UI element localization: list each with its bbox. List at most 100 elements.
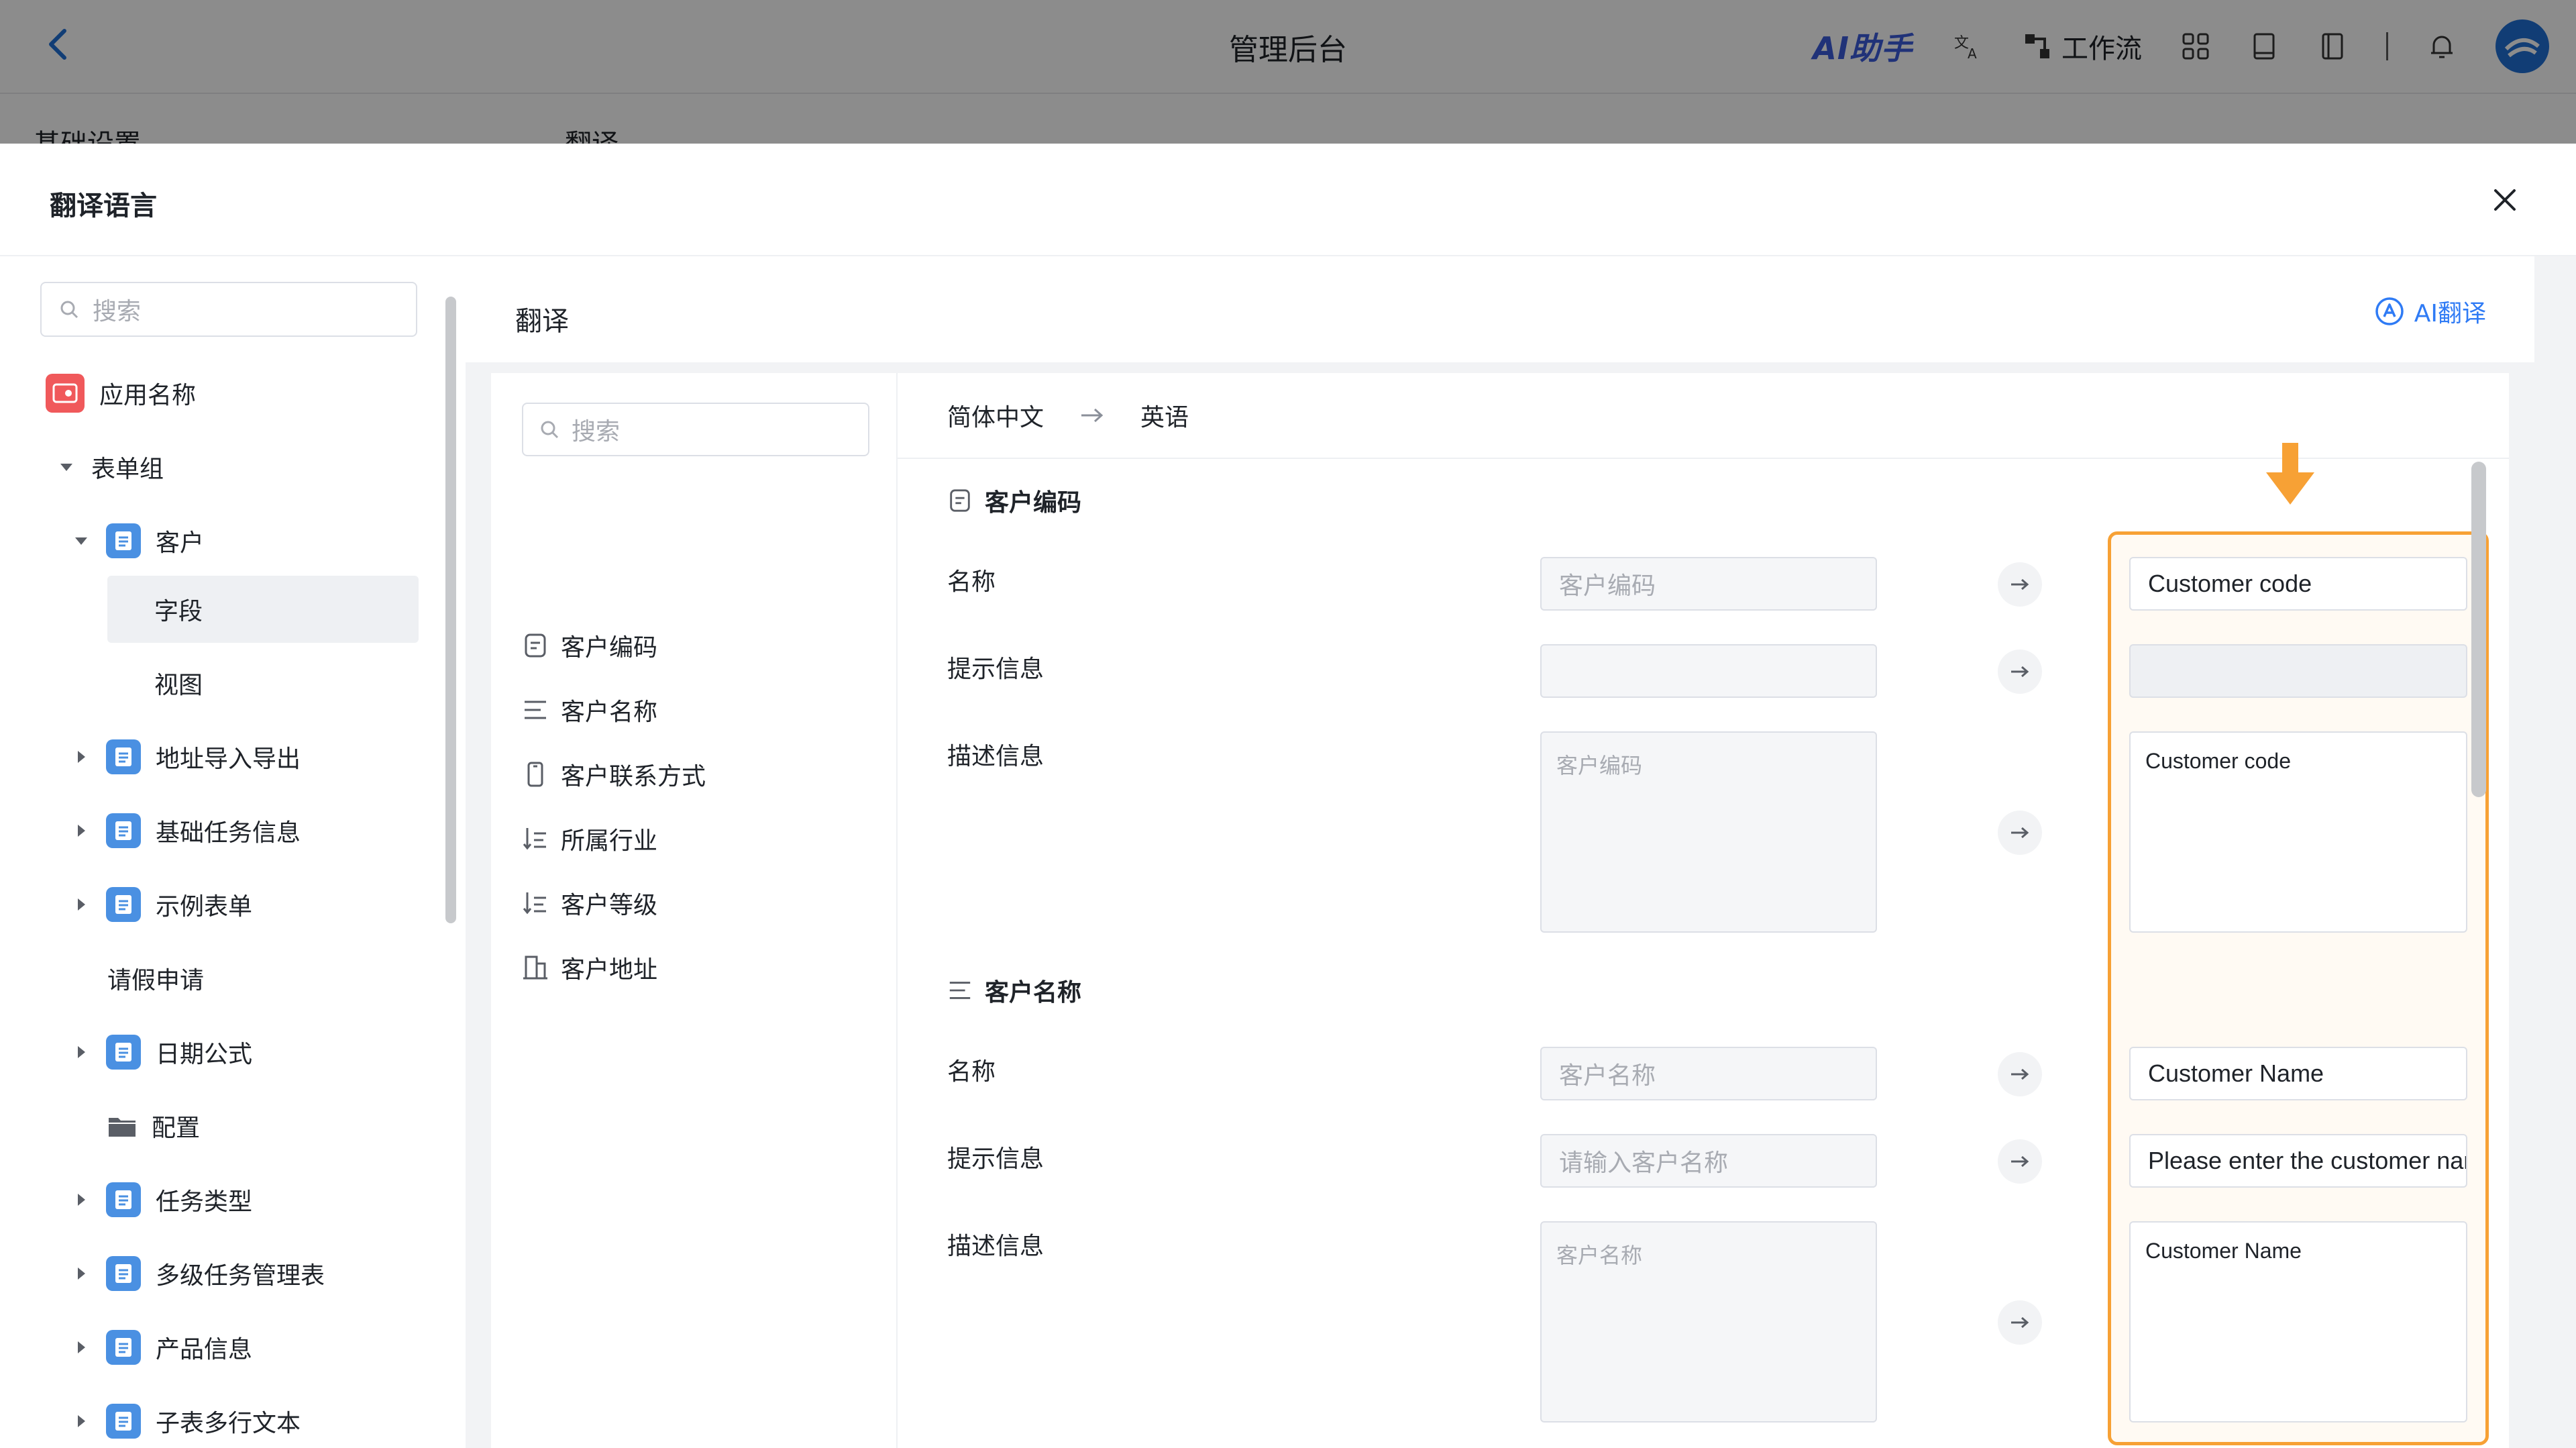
row-label-hint: 提示信息 [947,656,1044,683]
nav-tree: 搜索 应用名称 表单组 客户 字段 视图 地址导入导出 基础任务信息 示例表单 … [0,256,459,1448]
caret-right-icon [78,1415,85,1427]
arrow-right-icon [2011,1155,2029,1168]
document-icon [106,1035,141,1070]
tree-item-label: 地址导入导出 [156,745,301,773]
tree-item-label: 表单组 [91,456,164,483]
caret-right-icon [78,1046,85,1058]
tree-item-label: 应用名称 [99,382,197,409]
caret-right-icon [78,898,85,911]
lines-icon [525,701,546,719]
tree-item-label: 字段 [154,598,203,625]
tree-item-product-info[interactable]: 产品信息 [71,1314,252,1381]
dialog-header: 翻译语言 [0,144,2576,256]
field-item-label: 所属行业 [561,827,658,855]
arrow-right-icon [2011,1068,2029,1080]
document-icon [106,1256,141,1291]
copy-arrow-button[interactable] [1998,1052,2042,1096]
section-title-customer-code: 客户编码 [947,483,1081,518]
arrow-right-icon [2011,1316,2029,1329]
field-list: 搜索 客户编码 客户名称 客户联系方式 所属行业 客户等级 客户地址 [491,373,898,1448]
sort-list-icon [523,828,546,850]
tree-item-basic-task[interactable]: 基础任务信息 [71,797,301,864]
field-item-customer-contact[interactable]: 客户联系方式 [522,754,706,794]
target-hint-input[interactable]: Please enter the customer name [2129,1134,2467,1188]
section-title-customer-name: 客户名称 [947,973,1081,1008]
field-item-customer-code[interactable]: 客户编码 [522,625,657,666]
target-description-input[interactable]: Customer Name [2129,1221,2467,1423]
copy-arrow-button[interactable] [1998,1300,2042,1345]
tree-scrollbar[interactable] [445,297,456,923]
app-root: 管理后台 AI助手 文A 工作流 基础设置 翻译 翻译语言 [0,0,2576,1448]
field-item-label: 客户联系方式 [561,763,706,790]
folder-icon [109,1118,136,1137]
ai-translate-button[interactable]: AI翻译 [2374,294,2486,329]
tree-item-label: 配置 [152,1115,201,1142]
tree-item-label: 产品信息 [156,1336,253,1363]
ai-translate-icon [2375,297,2404,325]
source-description-field: 客户名称 [1540,1221,1877,1423]
field-item-label: 客户等级 [561,892,658,919]
close-icon[interactable] [2489,184,2521,216]
field-item-customer-name[interactable]: 客户名称 [522,690,657,730]
target-name-input[interactable]: Customer code [2129,557,2467,611]
main-header: 翻译 AI翻译 [466,256,2534,362]
text-field-icon [950,489,970,512]
text-field-icon [525,633,546,658]
tree-item-fields[interactable]: 字段 [107,576,419,643]
field-item-label: 客户编码 [561,634,658,662]
field-item-industry[interactable]: 所属行业 [522,819,657,859]
target-hint-input[interactable] [2129,644,2467,698]
tree-item-multilevel-task[interactable]: 多级任务管理表 [71,1240,325,1307]
arrow-down-icon [2266,443,2314,505]
field-item-customer-address[interactable]: 客户地址 [522,947,657,988]
field-search-input[interactable]: 搜索 [522,403,869,456]
tree-item-date-formula[interactable]: 日期公式 [71,1019,252,1086]
source-name-field: 客户名称 [1540,1047,1877,1100]
source-hint-field: 请输入客户名称 [1540,1134,1877,1188]
tree-item-form-group[interactable]: 表单组 [56,433,164,501]
target-language[interactable]: 英语 [1140,398,1189,433]
caret-right-icon [78,1268,85,1280]
copy-arrow-button[interactable] [1998,650,2042,694]
target-description-input[interactable]: Customer code [2129,731,2467,933]
tree-item-customer[interactable]: 客户 [71,507,204,574]
copy-arrow-button[interactable] [1998,562,2042,607]
tree-item-task-type[interactable]: 任务类型 [71,1166,252,1233]
source-hint-field [1540,644,1877,698]
tree-item-config[interactable]: 配置 [107,1092,200,1159]
sort-list-icon [523,892,546,915]
translation-content: 简体中文 英语 客户编码 名称 客户编码 Customer code 提示信息 … [898,373,2509,1448]
field-item-label: 客户名称 [561,699,658,726]
translation-panel: 搜索 客户编码 客户名称 客户联系方式 所属行业 客户等级 客户地址 简体中文 … [491,373,2509,1448]
document-icon [106,739,141,774]
lines-icon [949,982,971,999]
modal-overlay [0,0,2576,144]
source-language[interactable]: 简体中文 [947,398,1044,433]
tree-item-label: 日期公式 [156,1041,253,1068]
target-name-input[interactable]: Customer Name [2129,1047,2467,1100]
document-icon [106,1404,141,1439]
tree-item-leave-request[interactable]: 请假申请 [107,945,204,1012]
tree-item-address-import[interactable]: 地址导入导出 [71,723,301,790]
tree-item-subtable-text[interactable]: 子表多行文本 [71,1388,301,1448]
search-icon [541,421,559,439]
copy-arrow-button[interactable] [1998,1139,2042,1184]
field-item-customer-level[interactable]: 客户等级 [522,883,657,923]
tree-item-sample-form[interactable]: 示例表单 [71,871,252,938]
caret-right-icon [78,1194,85,1206]
tree-item-label: 视图 [154,672,203,699]
document-icon [106,813,141,848]
caret-right-icon [78,751,85,763]
tree-search-input[interactable]: 搜索 [40,282,417,337]
tree-item-label: 任务类型 [156,1188,253,1216]
tree-search-placeholder: 搜索 [93,298,142,325]
translation-main: 翻译 AI翻译 搜索 客户编码 客户名称 客户联系方式 所属行业 客户等级 客户… [466,256,2576,1448]
source-name-field: 客户编码 [1540,557,1877,611]
tree-item-app-name[interactable]: 应用名称 [46,360,196,427]
source-description-field: 客户编码 [1540,731,1877,933]
caret-down-icon [60,464,72,471]
content-scrollbar[interactable] [2471,462,2486,797]
copy-arrow-button[interactable] [1998,811,2042,855]
tree-item-views[interactable]: 视图 [154,650,203,717]
field-item-label: 客户地址 [561,956,658,984]
